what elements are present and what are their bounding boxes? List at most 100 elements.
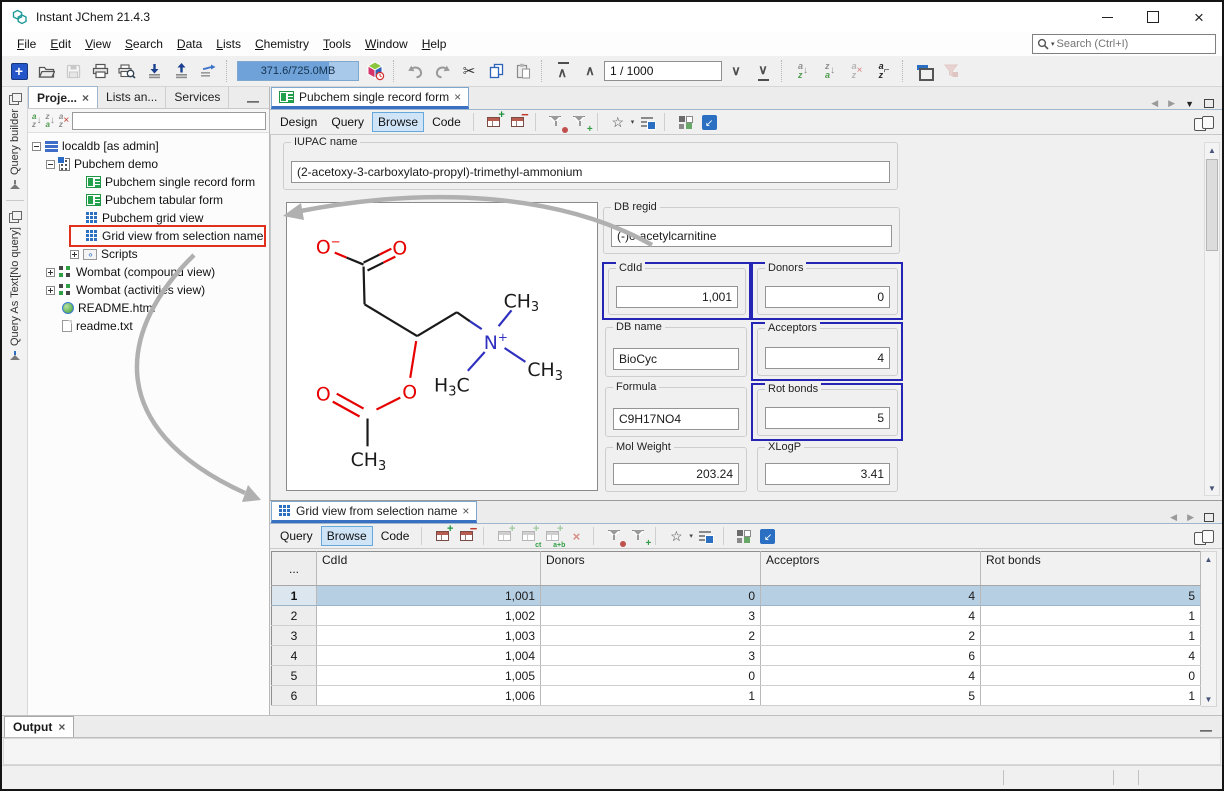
column-header-rot-bonds[interactable]: Rot bonds (981, 552, 1201, 586)
query-as-text-tab[interactable]: Query As Text[No query] (9, 227, 21, 361)
dock-window-icon[interactable] (9, 93, 20, 103)
cell-rot-bonds[interactable]: 0 (981, 666, 1201, 686)
tab-scroll-right-icon[interactable]: ▶ (1168, 98, 1175, 109)
favorites-caret-icon[interactable]: ▾ (689, 532, 693, 540)
menu-data[interactable]: Data (170, 34, 209, 54)
cell-donors[interactable]: 2 (541, 626, 761, 646)
minimize-panel-icon[interactable]: — (237, 94, 269, 108)
cell-donors[interactable]: 3 (541, 646, 761, 666)
add-row-button[interactable]: + (431, 525, 453, 547)
scroll-down-icon[interactable]: ▼ (1208, 481, 1216, 495)
cut-button[interactable]: ✂ (456, 58, 482, 84)
cell-donors[interactable]: 0 (541, 666, 761, 686)
cell-rot-bonds[interactable]: 1 (981, 626, 1201, 646)
paste-button[interactable] (510, 58, 536, 84)
cell-rot-bonds[interactable]: 4 (981, 646, 1201, 666)
show-windows-button[interactable] (911, 58, 937, 84)
favorites-button[interactable]: ☆ (607, 111, 629, 133)
form-layout-button[interactable] (674, 111, 696, 133)
menu-edit[interactable]: Edit (43, 34, 78, 54)
collapse-icon[interactable] (32, 142, 41, 151)
cell-rot-bonds[interactable]: 1 (981, 606, 1201, 626)
tree-sort-desc-icon[interactable]: za↓ (44, 113, 55, 129)
previous-record-button[interactable]: ∧ (577, 58, 603, 84)
open-button[interactable] (33, 58, 59, 84)
new-form-button[interactable] (6, 58, 32, 84)
chemaxon-cube-icon[interactable] (362, 58, 388, 84)
close-icon[interactable]: × (82, 92, 89, 104)
tree-item-readme-html[interactable]: README.html (28, 299, 269, 317)
mode-browse[interactable]: Browse (372, 112, 424, 132)
advanced-sort-button[interactable]: az⌐ (871, 58, 897, 84)
mode-browse[interactable]: Browse (321, 526, 373, 546)
menu-view[interactable]: View (78, 34, 118, 54)
form-selector-book-icon[interactable] (1194, 530, 1212, 543)
exclude-filter-button[interactable] (545, 111, 567, 133)
close-button[interactable] (1176, 2, 1222, 32)
expand-icon[interactable] (70, 250, 79, 259)
mode-query[interactable]: Query (274, 526, 319, 546)
tab-output[interactable]: Output × (4, 716, 74, 737)
column-header-acceptors[interactable]: Acceptors (761, 552, 981, 586)
cell-acceptors[interactable]: 2 (761, 626, 981, 646)
tree-item-readme-txt[interactable]: readme.txt (28, 317, 269, 335)
row-number[interactable]: 3 (272, 626, 317, 646)
tab-lists[interactable]: Lists an... (98, 86, 166, 108)
cell-cdid[interactable]: 1,002 (317, 606, 541, 626)
scrollbar-thumb[interactable] (1206, 159, 1218, 251)
iupac-name-field[interactable]: (2-acetoxy-3-carboxylato-propyl)-trimeth… (291, 161, 890, 183)
cell-donors[interactable]: 1 (541, 686, 761, 706)
favorites-caret-icon[interactable]: ▾ (631, 118, 635, 126)
tab-projects[interactable]: Proje... × (28, 86, 98, 108)
tree-item-grid-view-from-selection[interactable]: Grid view from selection name (28, 227, 269, 245)
dock-window-icon[interactable] (9, 211, 20, 221)
table-scrollbar[interactable]: ▲ ▼ (1201, 551, 1217, 707)
maximize-view-icon[interactable] (1204, 99, 1214, 108)
tab-scroll-left-icon[interactable]: ◀ (1151, 98, 1158, 109)
form-layout-button[interactable] (733, 525, 755, 547)
column-header-donors[interactable]: Donors (541, 552, 761, 586)
manage-lists-button[interactable] (636, 111, 658, 133)
xlogp-field[interactable]: 3.41 (765, 463, 890, 485)
cell-acceptors[interactable]: 6 (761, 646, 981, 666)
menu-help[interactable]: Help (415, 34, 454, 54)
cell-rot-bonds[interactable]: 1 (981, 686, 1201, 706)
maximize-view-icon[interactable] (1204, 513, 1214, 522)
tree-item-tabular-form[interactable]: Pubchem tabular form (28, 191, 269, 209)
mode-code[interactable]: Code (375, 526, 416, 546)
row-number[interactable]: 2 (272, 606, 317, 626)
cell-donors[interactable]: 0 (541, 586, 761, 606)
menu-file[interactable]: File (10, 34, 43, 54)
collapse-icon[interactable] (46, 160, 55, 169)
delete-related-button[interactable]: × (565, 525, 587, 547)
add-related-ab-button[interactable]: +a+b (541, 525, 563, 547)
open-in-new-window-button[interactable] (757, 525, 779, 547)
db-name-field[interactable]: BioCyc (613, 348, 739, 370)
record-position-field[interactable]: 1 / 1000 (604, 61, 722, 81)
db-regid-field[interactable]: (-)o-acetylcarnitine (611, 225, 892, 247)
menu-lists[interactable]: Lists (209, 34, 248, 54)
cell-donors[interactable]: 3 (541, 606, 761, 626)
cell-acceptors[interactable]: 5 (761, 686, 981, 706)
column-chooser-button[interactable]: ... (272, 552, 317, 586)
cell-acceptors[interactable]: 4 (761, 606, 981, 626)
tree-sort-clear-icon[interactable]: az× (58, 113, 70, 129)
maximize-button[interactable] (1130, 2, 1176, 32)
print-button[interactable] (87, 58, 113, 84)
tree-item-pubchem-demo[interactable]: Pubchem demo (28, 155, 269, 173)
tab-services[interactable]: Services (166, 86, 229, 108)
cell-acceptors[interactable]: 4 (761, 666, 981, 686)
save-button[interactable] (60, 58, 86, 84)
cell-cdid[interactable]: 1,005 (317, 666, 541, 686)
table-row[interactable]: 1 1,001 0 4 5 (272, 586, 1201, 606)
last-record-button[interactable]: ∨ (750, 58, 776, 84)
tree-item-single-record-form[interactable]: Pubchem single record form (28, 173, 269, 191)
formula-field[interactable]: C9H17NO4 (613, 408, 739, 430)
remove-filter-button[interactable] (938, 58, 964, 84)
open-in-new-window-button[interactable] (698, 111, 720, 133)
mode-design[interactable]: Design (274, 112, 323, 132)
scroll-up-icon[interactable]: ▲ (1205, 552, 1213, 566)
cell-acceptors[interactable]: 4 (761, 586, 981, 606)
mode-code[interactable]: Code (426, 112, 467, 132)
tab-scroll-left-icon[interactable]: ◀ (1170, 512, 1177, 523)
